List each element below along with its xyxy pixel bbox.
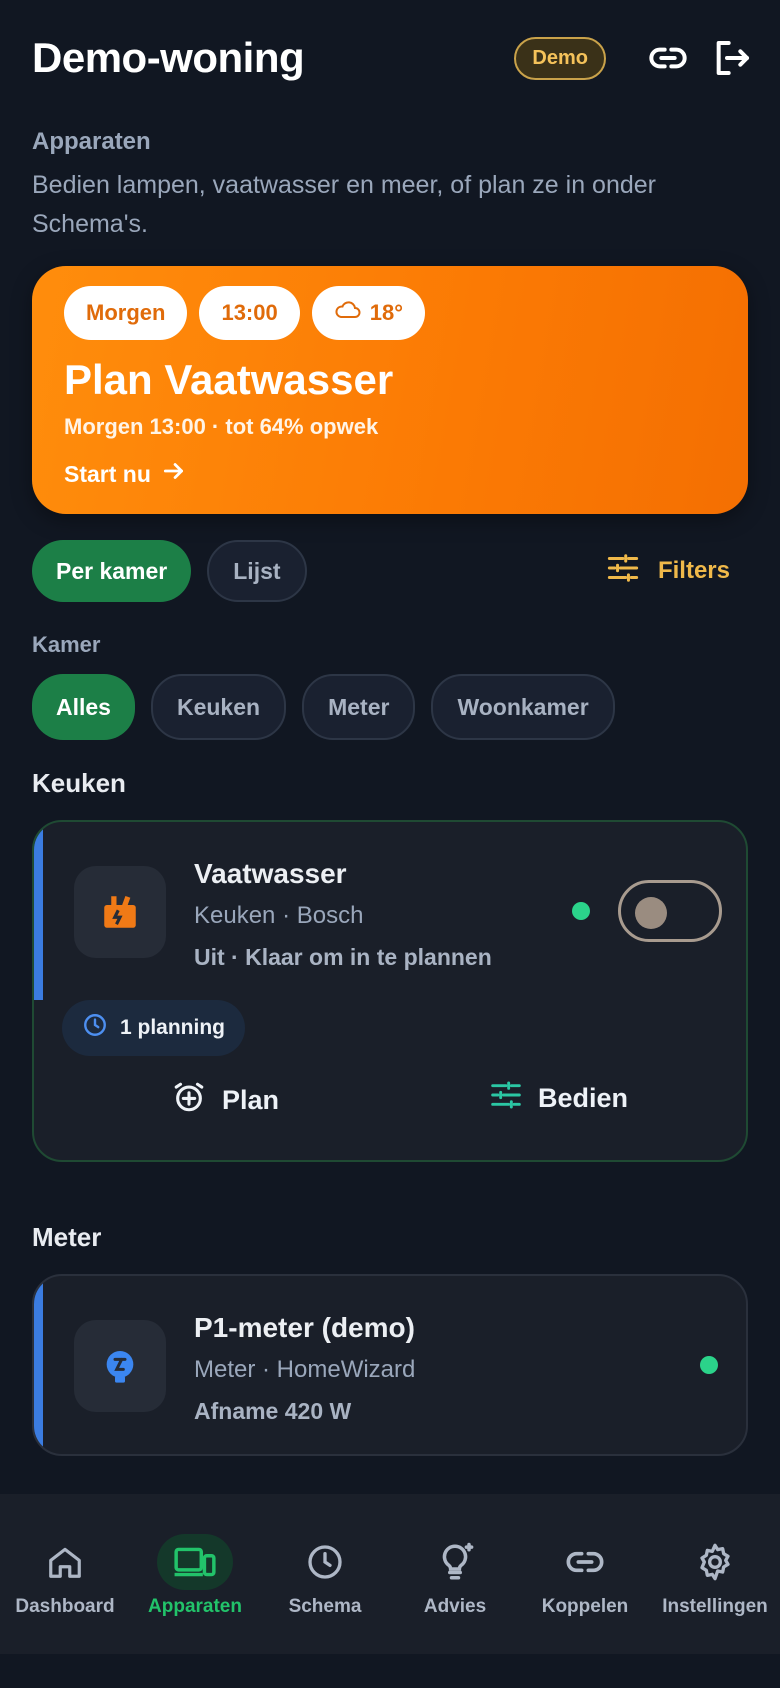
- page-title: Demo-woning: [32, 34, 305, 81]
- device-name: P1-meter (demo): [194, 1312, 415, 1343]
- header: Demo-woning Demo: [32, 30, 754, 86]
- control-button[interactable]: Bedien: [490, 1080, 628, 1117]
- gear-icon: [677, 1534, 753, 1590]
- hero-chip-day: Morgen: [64, 286, 188, 340]
- devices-icon: [157, 1534, 233, 1590]
- temperature: 18°: [369, 300, 404, 325]
- nav-label: Apparaten: [148, 1596, 242, 1617]
- hero-plan-card[interactable]: Morgen 13:00 18° Plan Vaatwasser Morgen …: [32, 266, 748, 514]
- device-card-p1-meter[interactable]: P1-meter (demo) Meter · HomeWizard Afnam…: [32, 1274, 748, 1456]
- hero-subtitle: Morgen 13:00 · tot 64% opwek: [64, 414, 379, 439]
- nav-dashboard[interactable]: Dashboard: [0, 1494, 130, 1654]
- power-toggle[interactable]: [618, 880, 722, 942]
- nav-label: Schema: [288, 1596, 362, 1617]
- card-accent: [34, 822, 43, 1000]
- nav-label: Advies: [423, 1596, 487, 1617]
- filters-button[interactable]: Filters: [606, 553, 748, 590]
- logout-icon[interactable]: [710, 36, 754, 80]
- device-meta: Meter · HomeWizard: [194, 1356, 416, 1383]
- alarm-clock-icon: [172, 1080, 206, 1121]
- filters-label: Filters: [657, 557, 730, 584]
- section-description: Bedien lampen, vaatwasser en meer, of pl…: [32, 171, 656, 238]
- cloud-icon: [334, 299, 362, 327]
- clock-icon: [287, 1534, 363, 1590]
- online-status-dot: [700, 1356, 718, 1374]
- device-meta: Keuken · Bosch: [194, 902, 364, 929]
- room-filter-label: Kamer: [32, 632, 101, 657]
- schedule-count-chip[interactable]: 1 planning: [62, 1000, 245, 1056]
- online-status-dot: [572, 902, 590, 920]
- room-chip-alles[interactable]: Alles: [32, 674, 135, 740]
- hero-title: Plan Vaatwasser: [64, 356, 394, 403]
- meter-plug-icon: [74, 1320, 166, 1412]
- start-now-button[interactable]: Start nu: [64, 458, 187, 490]
- link-icon: [547, 1534, 623, 1590]
- bottom-navigation: Dashboard Apparaten Schema Advies Koppel…: [0, 1494, 780, 1654]
- demo-badge: Demo: [514, 36, 606, 80]
- arrow-right-icon: [161, 458, 187, 490]
- nav-koppelen[interactable]: Koppelen: [520, 1494, 650, 1654]
- room-chip-meter[interactable]: Meter: [302, 674, 416, 740]
- dishwasher-icon: [74, 866, 166, 958]
- sliders-icon: [490, 1080, 522, 1117]
- nav-instellingen[interactable]: Instellingen: [650, 1494, 780, 1654]
- nav-advies[interactable]: Advies: [390, 1494, 520, 1654]
- toggle-knob: [635, 897, 667, 929]
- room-filter-row: Alles Keuken Meter Woonkamer: [32, 674, 615, 740]
- nav-apparaten[interactable]: Apparaten: [130, 1494, 260, 1654]
- sliders-icon: [606, 553, 640, 590]
- group-title-meter: Meter: [32, 1222, 102, 1252]
- group-title-keuken: Keuken: [32, 768, 126, 798]
- view-by-room-button[interactable]: Per kamer: [32, 540, 192, 602]
- plan-button[interactable]: Plan: [172, 1080, 279, 1121]
- section-title: Apparaten: [32, 128, 151, 155]
- view-toggle-row: Per kamer Lijst Filters: [32, 540, 748, 602]
- device-card-vaatwasser[interactable]: Vaatwasser Keuken · Bosch Uit · Klaar om…: [32, 820, 748, 1162]
- device-status: Uit · Klaar om in te plannen: [194, 944, 492, 970]
- card-accent: [34, 1276, 43, 1454]
- control-label: Bedien: [538, 1083, 629, 1113]
- schedule-count-label: 1 planning: [120, 1016, 225, 1039]
- nav-schema[interactable]: Schema: [260, 1494, 390, 1654]
- start-now-label: Start nu: [64, 460, 151, 487]
- clock-icon: [82, 1012, 108, 1044]
- room-chip-woonkamer[interactable]: Woonkamer: [431, 674, 615, 740]
- home-icon: [27, 1534, 103, 1590]
- hero-chip-time: 13:00: [199, 286, 300, 340]
- device-name: Vaatwasser: [194, 858, 347, 889]
- view-list-button[interactable]: Lijst: [207, 540, 307, 602]
- hero-chips: Morgen 13:00 18°: [64, 286, 426, 340]
- nav-label: Dashboard: [15, 1596, 115, 1617]
- plan-label: Plan: [222, 1085, 280, 1115]
- room-chip-keuken[interactable]: Keuken: [150, 674, 287, 740]
- device-status: Afname 420 W: [194, 1398, 352, 1424]
- link-icon[interactable]: [646, 36, 690, 80]
- hero-chip-weather: 18°: [311, 286, 426, 340]
- nav-label: Instellingen: [662, 1596, 768, 1617]
- nav-label: Koppelen: [541, 1596, 629, 1617]
- lightbulb-icon: [417, 1534, 493, 1590]
